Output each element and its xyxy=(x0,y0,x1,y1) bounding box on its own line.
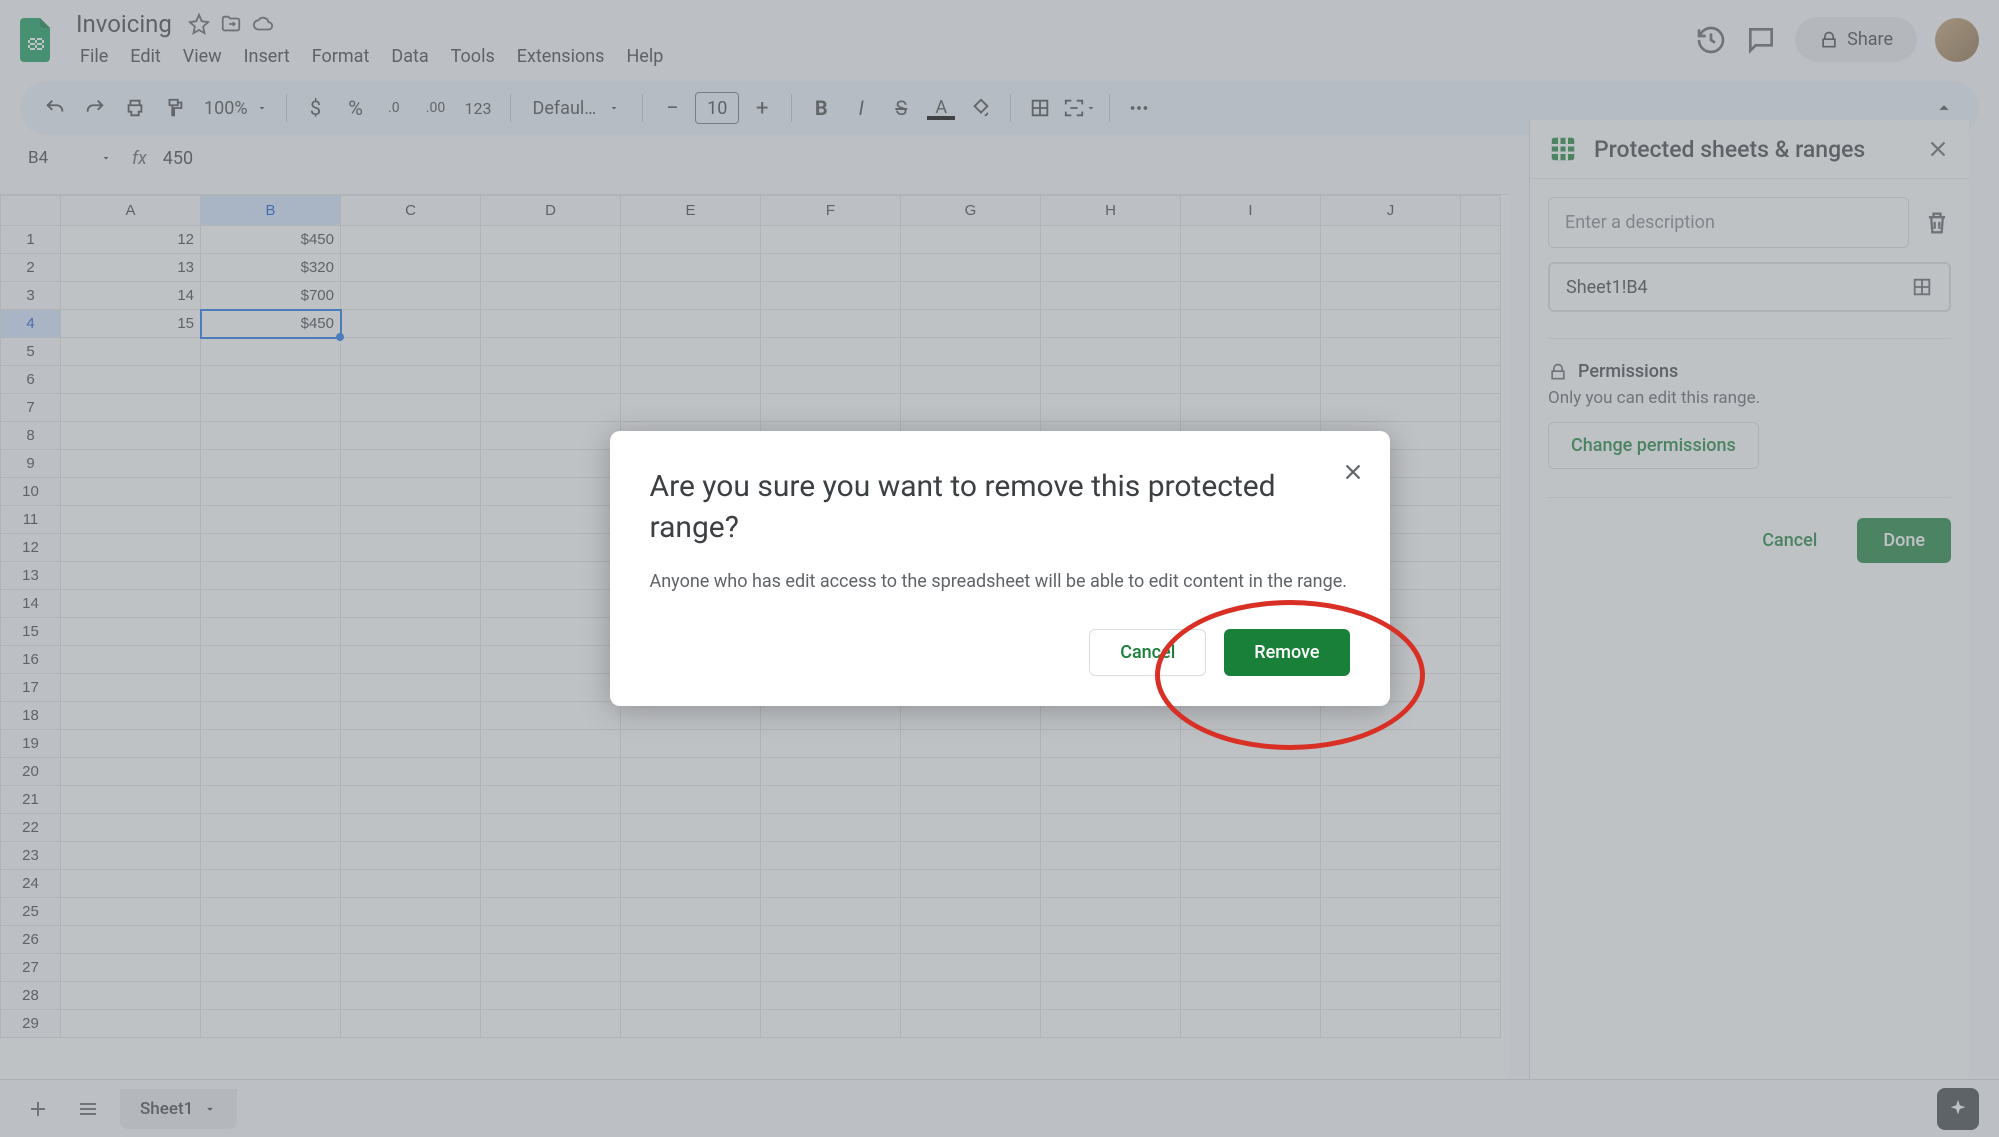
dialog-remove-button[interactable]: Remove xyxy=(1224,629,1349,676)
close-icon[interactable] xyxy=(1340,459,1366,485)
modal-overlay: Are you sure you want to remove this pro… xyxy=(0,0,1999,1137)
dialog-title: Are you sure you want to remove this pro… xyxy=(650,467,1350,548)
confirm-remove-dialog: Are you sure you want to remove this pro… xyxy=(610,431,1390,706)
dialog-cancel-button[interactable]: Cancel xyxy=(1089,629,1206,676)
dialog-body: Anyone who has edit access to the spread… xyxy=(650,568,1350,595)
